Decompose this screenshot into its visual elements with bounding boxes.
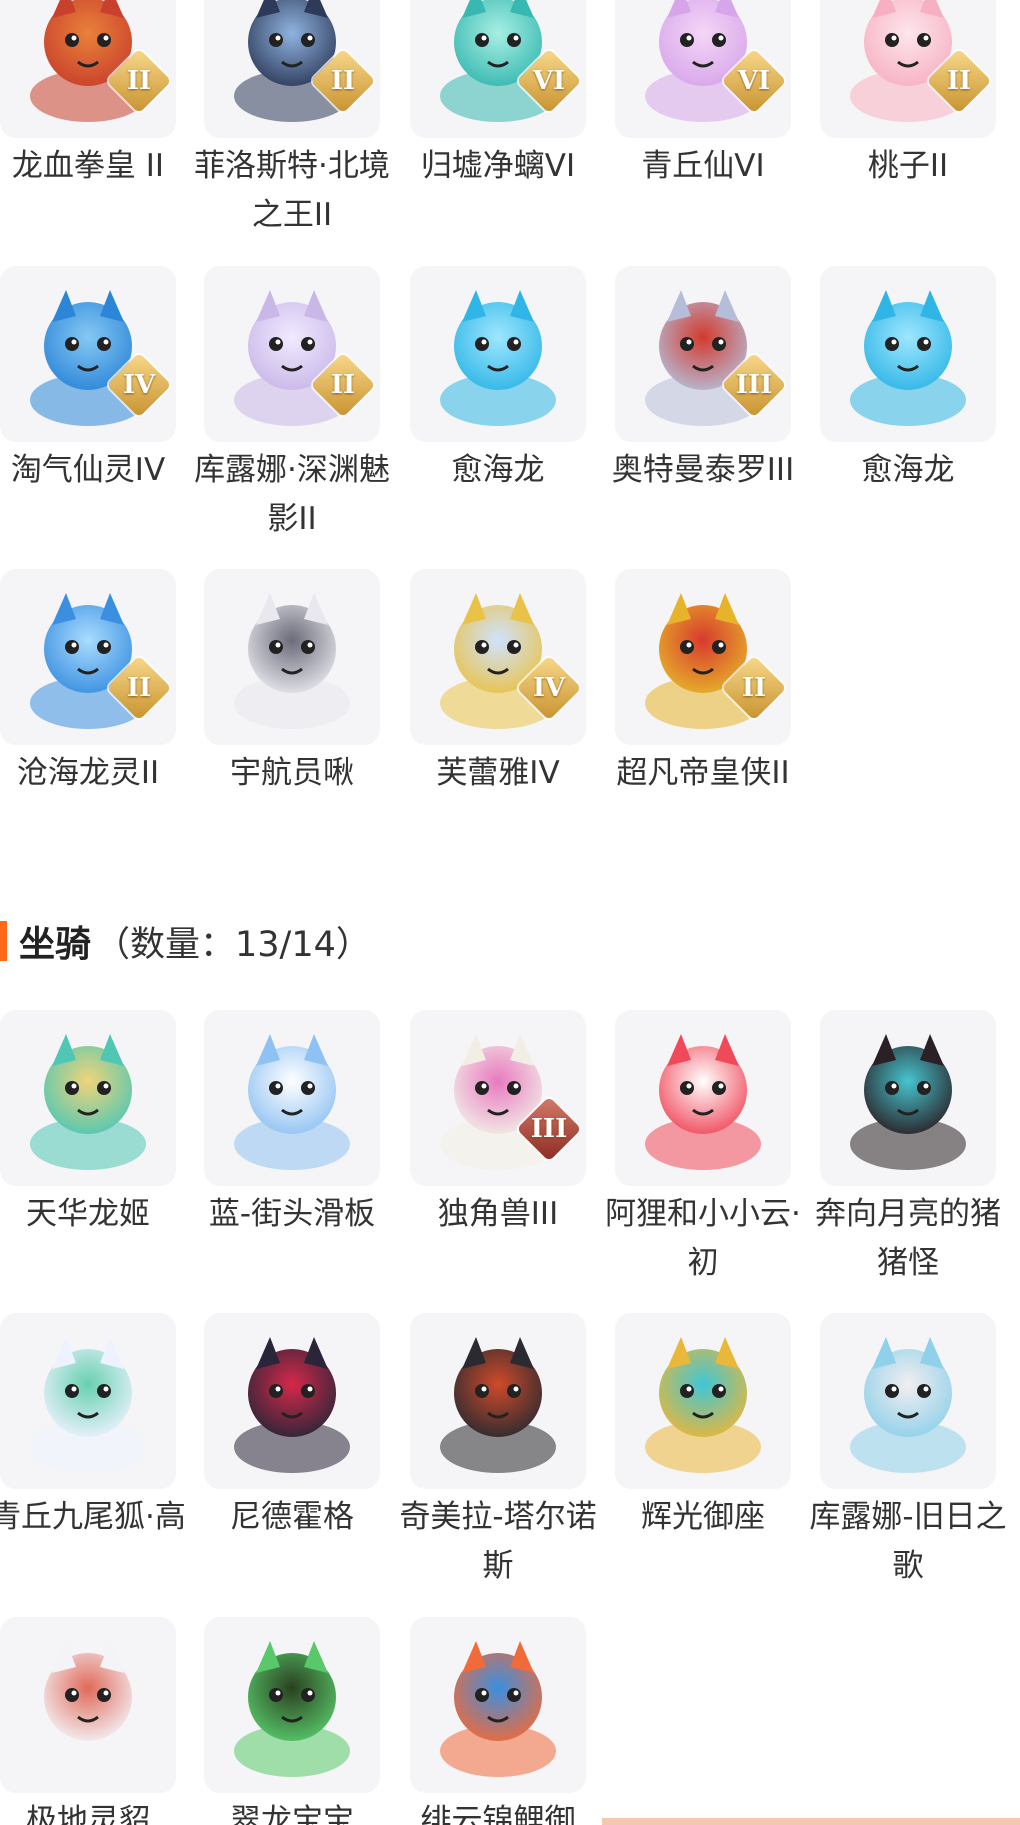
item-thumbnail[interactable] — [0, 1010, 176, 1186]
item-name: 翠龙宝宝 — [230, 1803, 354, 1825]
nine-tail-fox-portrait — [16, 1329, 160, 1473]
rank-badge-label: II — [126, 673, 152, 703]
section-title: 坐骑 — [19, 924, 92, 965]
rank-badge-label: II — [330, 370, 356, 400]
rank-badge-label: II — [126, 66, 152, 96]
sea-dragon-portrait — [836, 282, 980, 426]
item-thumbnail[interactable] — [820, 1010, 996, 1186]
item-thumbnail[interactable]: IV — [410, 569, 586, 745]
rank-badge: III — [721, 352, 787, 418]
item-thumbnail[interactable] — [0, 1313, 176, 1489]
rank-badge-label: III — [735, 370, 773, 400]
item-thumbnail[interactable] — [410, 1313, 586, 1489]
golden-throne-portrait — [631, 1329, 775, 1473]
moon-pig-portrait — [836, 1026, 980, 1170]
item-thumbnail[interactable] — [0, 1617, 176, 1793]
dragon-princess-portrait — [16, 1026, 160, 1170]
item-thumbnail[interactable] — [204, 1313, 380, 1489]
rank-badge-label: VI — [532, 66, 566, 96]
item-thumbnail[interactable] — [615, 1313, 791, 1489]
item-name: 超凡帝皇侠II — [616, 755, 790, 791]
section-accent-bar — [0, 921, 7, 961]
item-thumbnail[interactable]: III — [615, 266, 791, 442]
rank-badge-label: IV — [532, 673, 566, 703]
item-thumbnail[interactable]: II — [204, 266, 380, 442]
rank-badge-label: VI — [737, 66, 771, 96]
item-name: 极地灵貂 — [26, 1803, 150, 1825]
rank-badge: II — [106, 48, 172, 114]
item-name: 绯云锦鲤御 — [420, 1803, 576, 1825]
item-name: 菲洛斯特·北境之王II — [194, 148, 390, 233]
item-thumbnail[interactable]: II — [0, 0, 176, 138]
item-name: 蓝-街头滑板 — [208, 1196, 376, 1232]
item-name: 沧海龙灵II — [16, 755, 160, 791]
item-name: 宇航员啾 — [230, 755, 354, 791]
ali-cloud-portrait — [631, 1026, 775, 1170]
rank-badge: II — [721, 655, 787, 721]
item-thumbnail[interactable]: II — [820, 0, 996, 138]
sea-dragon-portrait — [426, 282, 570, 426]
skateboard-icon — [220, 1026, 364, 1170]
item-thumbnail[interactable] — [410, 1617, 586, 1793]
item-name: 芙蕾雅IV — [436, 755, 560, 791]
rank-badge: IV — [106, 352, 172, 418]
kuluna-song-portrait — [836, 1329, 980, 1473]
mounts-section-header: 坐骑 （数量：13/14） — [0, 915, 700, 967]
green-dragon-portrait — [220, 1633, 364, 1777]
item-name: 奥特曼泰罗III — [611, 452, 795, 488]
item-name: 淘气仙灵IV — [10, 452, 166, 488]
item-thumbnail[interactable] — [204, 569, 380, 745]
item-name: 归墟净螭VI — [420, 148, 576, 184]
item-name: 龙血拳皇 II — [11, 148, 165, 184]
item-name: 愈海龙 — [451, 452, 545, 488]
rank-badge: VI — [721, 48, 787, 114]
item-name: 桃子II — [867, 148, 949, 184]
section-count: （数量：13/14） — [95, 924, 371, 965]
item-thumbnail[interactable]: II — [0, 569, 176, 745]
item-name: 愈海龙 — [861, 452, 955, 488]
koi-carp-portrait — [426, 1633, 570, 1777]
item-name: 库露娜-旧日之歌 — [809, 1499, 1007, 1584]
rank-badge-label: IV — [122, 370, 156, 400]
rank-badge-label: II — [330, 66, 356, 96]
item-thumbnail[interactable] — [820, 1313, 996, 1489]
item-thumbnail[interactable] — [820, 266, 996, 442]
item-thumbnail[interactable]: VI — [615, 0, 791, 138]
rank-badge-label: III — [530, 1114, 568, 1144]
item-name: 辉光御座 — [641, 1499, 765, 1535]
item-name: 阿狸和小小云·初 — [605, 1196, 801, 1281]
rank-badge-label: II — [946, 66, 972, 96]
item-name: 奔向月亮的猪猪怪 — [815, 1196, 1001, 1281]
rank-badge: VI — [516, 48, 582, 114]
item-thumbnail[interactable] — [615, 1010, 791, 1186]
rank-badge: III — [516, 1096, 582, 1162]
item-name: 奇美拉-塔尔诺斯 — [399, 1499, 597, 1584]
item-thumbnail[interactable]: II — [204, 0, 380, 138]
item-thumbnail[interactable] — [204, 1617, 380, 1793]
astronaut-cow-portrait — [220, 585, 364, 729]
rank-badge-label: II — [741, 673, 767, 703]
item-thumbnail[interactable] — [204, 1010, 380, 1186]
rank-badge: II — [310, 352, 376, 418]
item-thumbnail[interactable] — [410, 266, 586, 442]
item-name: 库露娜·深渊魅影II — [194, 452, 390, 537]
rank-badge: II — [106, 655, 172, 721]
item-name: 独角兽III — [437, 1196, 559, 1232]
item-name: 天华龙姬 — [26, 1196, 150, 1232]
bottom-scroll-indicator — [602, 1818, 1020, 1825]
polar-ferret-portrait — [16, 1633, 160, 1777]
item-name: 青丘九尾狐·高 — [0, 1499, 186, 1535]
item-thumbnail[interactable]: II — [615, 569, 791, 745]
chimera-portrait — [426, 1329, 570, 1473]
item-thumbnail[interactable]: III — [410, 1010, 586, 1186]
item-thumbnail[interactable]: IV — [0, 266, 176, 442]
item-thumbnail[interactable]: VI — [410, 0, 586, 138]
rank-badge: IV — [516, 655, 582, 721]
item-name: 青丘仙VI — [641, 148, 765, 184]
rank-badge: II — [310, 48, 376, 114]
item-name: 尼德霍格 — [230, 1499, 354, 1535]
black-dragon-portrait — [220, 1329, 364, 1473]
rank-badge: II — [926, 48, 992, 114]
